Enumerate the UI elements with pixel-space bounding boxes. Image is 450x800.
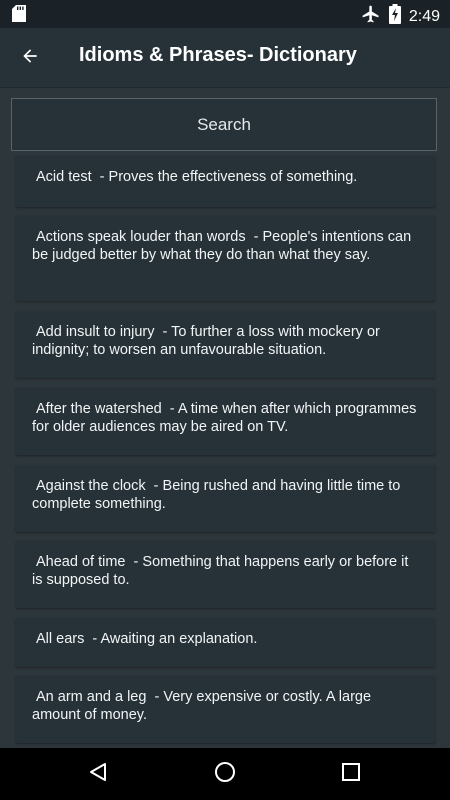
idiom-term: After the watershed xyxy=(36,401,162,417)
nav-home-button[interactable] xyxy=(209,758,241,790)
recents-square-icon xyxy=(341,762,361,787)
search-placeholder: Search xyxy=(197,114,251,134)
idiom-definition: Proves the effectiveness of something. xyxy=(108,169,358,185)
clock-time: 2:49 xyxy=(408,7,440,25)
airplane-mode-icon xyxy=(361,4,381,29)
back-triangle-icon xyxy=(87,761,109,788)
idiom-term: Add insult to injury xyxy=(36,324,155,340)
idiom-term: Ahead of time xyxy=(36,554,126,570)
idiom-term: Against the clock xyxy=(36,478,146,494)
battery-charging-icon xyxy=(388,4,401,29)
idiom-list-container: Search Acid test - Proves the effectiven… xyxy=(0,88,450,748)
idiom-card[interactable]: All ears - Awaiting an explanation. xyxy=(16,618,435,667)
app-bar: Idioms & Phrases- Dictionary xyxy=(0,28,450,88)
search-input[interactable]: Search xyxy=(11,98,437,151)
idiom-term: Acid test xyxy=(36,169,92,185)
home-circle-icon xyxy=(214,761,236,788)
idiom-card[interactable]: Against the clock - Being rushed and hav… xyxy=(16,465,435,532)
idiom-card[interactable]: Acid test - Proves the effectiveness of … xyxy=(16,156,435,207)
idiom-card[interactable]: After the watershed - A time when after … xyxy=(16,388,435,455)
idiom-card[interactable]: Ahead of time - Something that happens e… xyxy=(16,541,435,608)
idiom-card[interactable]: Actions speak louder than words - People… xyxy=(16,216,435,301)
idiom-card[interactable]: An arm and a leg - Very expensive or cos… xyxy=(16,676,435,743)
back-button[interactable] xyxy=(14,42,46,74)
sd-card-icon xyxy=(12,5,26,27)
system-nav-bar xyxy=(0,748,450,800)
idiom-definition: Awaiting an explanation. xyxy=(100,631,258,647)
status-bar: 2:49 xyxy=(0,0,450,28)
idiom-term: An arm and a leg xyxy=(36,689,147,705)
nav-recents-button[interactable] xyxy=(335,758,367,790)
idiom-term: All ears xyxy=(36,631,85,647)
nav-back-button[interactable] xyxy=(82,758,114,790)
idiom-card[interactable]: Add insult to injury - To further a loss… xyxy=(16,311,435,378)
idiom-term: Actions speak louder than words xyxy=(36,229,246,245)
page-title: Idioms & Phrases- Dictionary xyxy=(79,44,357,66)
arrow-back-icon xyxy=(20,46,40,71)
